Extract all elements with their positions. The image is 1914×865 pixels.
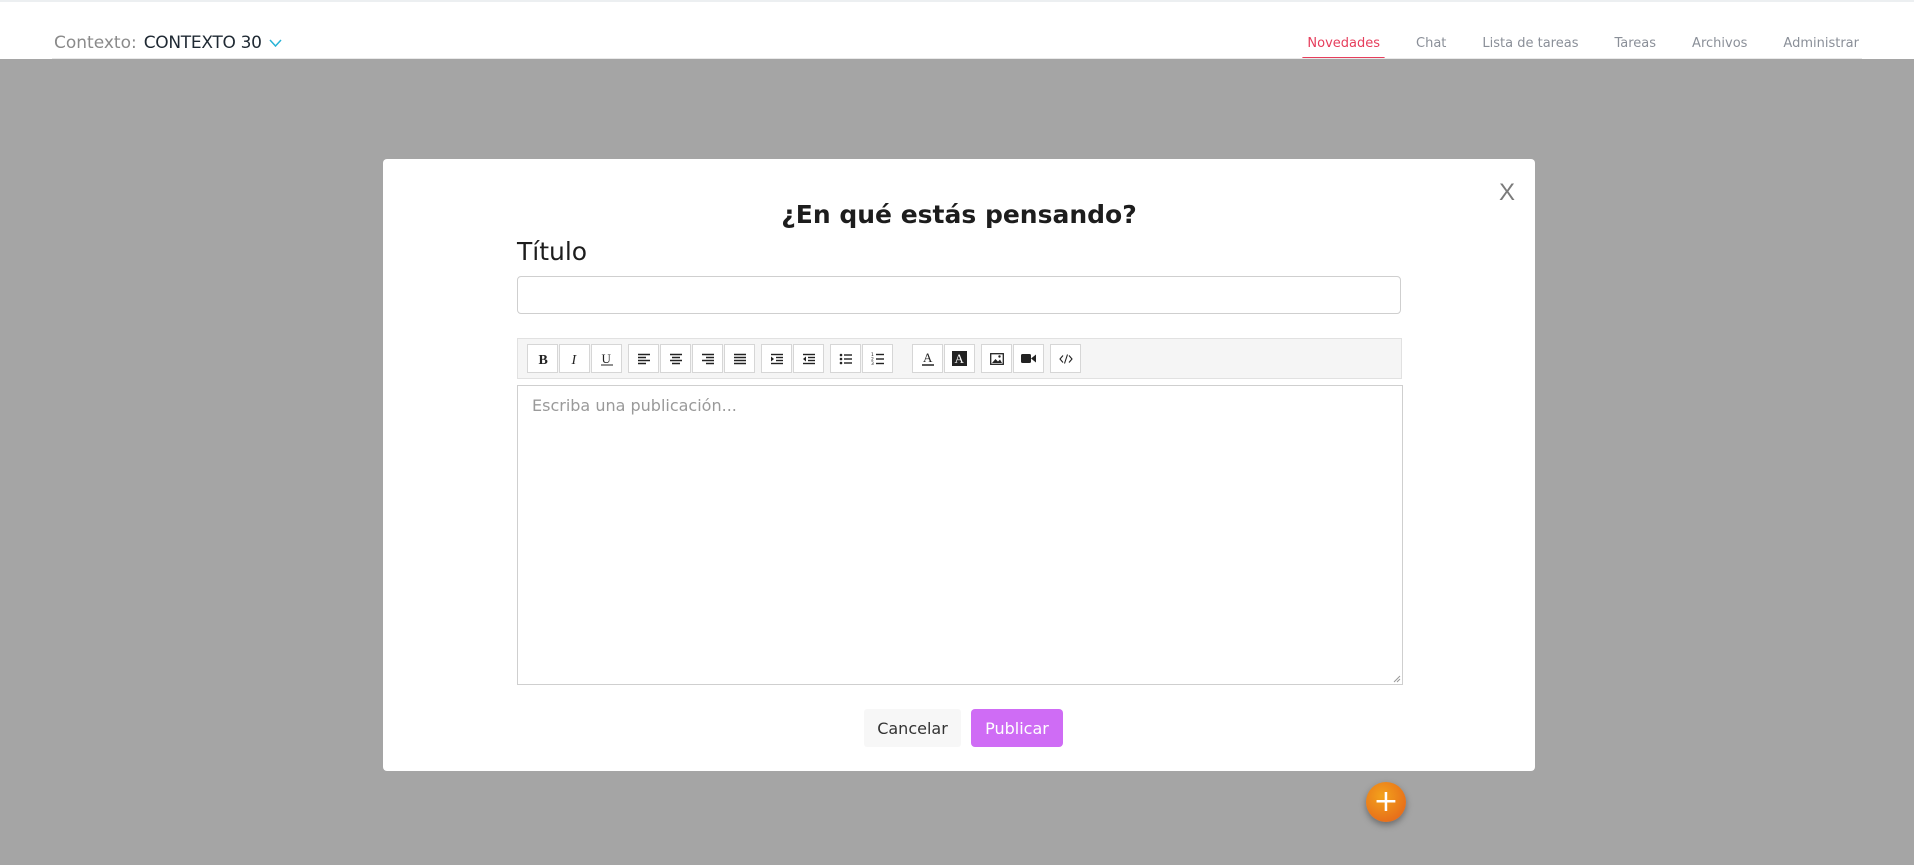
new-post-modal: X ¿En qué estás pensando? Título B I U 1… xyxy=(383,159,1535,771)
title-input[interactable] xyxy=(517,276,1401,314)
underline-icon[interactable]: U xyxy=(591,344,622,373)
numbered-list-icon[interactable]: 123 xyxy=(862,344,893,373)
outdent-icon[interactable] xyxy=(793,344,824,373)
video-icon[interactable] xyxy=(1013,344,1044,373)
image-icon[interactable] xyxy=(981,344,1012,373)
editor-toolbar: B I U 123 A A xyxy=(517,338,1402,379)
bold-icon[interactable]: B xyxy=(527,344,558,373)
modal-title: ¿En qué estás pensando? xyxy=(781,200,1137,229)
main-nav: Novedades Chat Lista de tareas Tareas Ar… xyxy=(1276,32,1864,60)
svg-text:3: 3 xyxy=(871,361,874,365)
tab-tareas[interactable]: Tareas xyxy=(1609,32,1661,59)
indent-icon[interactable] xyxy=(761,344,792,373)
align-right-icon[interactable] xyxy=(692,344,723,373)
bullet-list-icon[interactable] xyxy=(830,344,861,373)
svg-text:U: U xyxy=(601,352,611,366)
tab-lista-de-tareas[interactable]: Lista de tareas xyxy=(1477,32,1583,59)
resize-handle-icon[interactable] xyxy=(1391,673,1401,683)
editor-placeholder: Escriba una publicación... xyxy=(532,396,737,415)
italic-icon[interactable]: I xyxy=(559,344,590,373)
tab-administrar[interactable]: Administrar xyxy=(1778,32,1864,59)
svg-text:I: I xyxy=(570,353,577,366)
text-color-icon[interactable]: A xyxy=(912,344,943,373)
tab-chat[interactable]: Chat xyxy=(1411,32,1451,59)
title-field-label: Título xyxy=(517,237,588,266)
tab-archivos[interactable]: Archivos xyxy=(1687,32,1752,59)
top-bar: Contexto: CONTEXTO 30 Novedades Chat Lis… xyxy=(0,0,1914,60)
svg-text:A: A xyxy=(923,351,933,365)
context-selector[interactable]: Contexto: CONTEXTO 30 xyxy=(54,33,282,53)
chevron-down-icon[interactable] xyxy=(269,39,282,47)
svg-text:A: A xyxy=(955,351,965,366)
code-view-icon[interactable] xyxy=(1050,344,1081,373)
plus-icon[interactable]: + xyxy=(1366,782,1406,822)
publish-button[interactable]: Publicar xyxy=(971,709,1063,747)
tab-novedades[interactable]: Novedades xyxy=(1302,32,1385,60)
cancel-button[interactable]: Cancelar xyxy=(864,709,961,747)
align-center-icon[interactable] xyxy=(660,344,691,373)
context-label: Contexto: xyxy=(54,33,137,53)
svg-text:B: B xyxy=(538,353,547,366)
fab-label: + xyxy=(1373,784,1399,819)
background-color-icon[interactable]: A xyxy=(944,344,975,373)
align-left-icon[interactable] xyxy=(628,344,659,373)
context-value[interactable]: CONTEXTO 30 xyxy=(144,33,262,53)
align-justify-icon[interactable] xyxy=(724,344,755,373)
post-editor[interactable]: Escriba una publicación... xyxy=(517,385,1403,685)
